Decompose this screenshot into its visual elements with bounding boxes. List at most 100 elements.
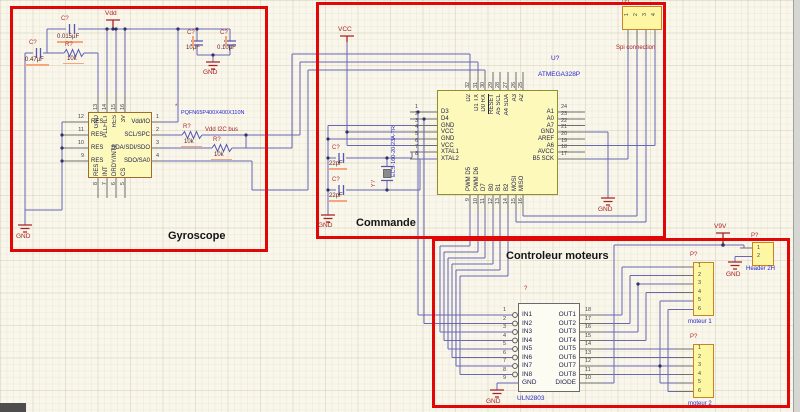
- pin-label: XTAL2: [441, 156, 459, 162]
- cap-value: 0.015µF: [57, 34, 79, 40]
- pin-label: OUT3: [540, 329, 576, 336]
- pin-label: B0: [489, 184, 495, 191]
- pin-number: 4: [698, 290, 701, 296]
- pin-label: IN7: [522, 363, 532, 370]
- pin-number: 4: [698, 372, 701, 378]
- pin-number: 10: [585, 376, 591, 382]
- pin-number: 1: [496, 308, 506, 314]
- pin-number: 2: [496, 317, 506, 323]
- cap-designator: C?: [29, 40, 37, 46]
- pin-number: 12: [585, 359, 591, 365]
- pin-label: RES: [94, 164, 100, 176]
- vcc-power-label: VCC: [338, 27, 352, 34]
- pin-label: XTAL1: [441, 149, 459, 155]
- pin-number: 12: [64, 115, 84, 121]
- atmega-name: ATMEGA328P: [538, 72, 580, 79]
- pin-label: GND: [504, 129, 554, 135]
- pin-number: 9: [64, 154, 84, 160]
- pin-label: OUT4: [540, 338, 576, 345]
- pin-number: 8: [496, 368, 506, 374]
- pin-label: OUT8: [540, 372, 576, 379]
- commande-title: Commande: [356, 218, 416, 229]
- highlight-bar: [225, 36, 227, 47]
- pin-label: A5 SCL: [496, 94, 502, 115]
- pin-label: A6: [504, 143, 554, 149]
- gnd-label: GND: [203, 70, 217, 77]
- vdd-power-label: Vdd: [105, 11, 117, 18]
- pin-label: VCC: [441, 143, 454, 149]
- cap-designator: C?: [61, 16, 69, 22]
- cap-value: 0.47µF: [25, 57, 44, 63]
- pin-label: D4: [441, 116, 449, 122]
- pin-number: 6: [112, 182, 118, 185]
- page-right-edge: [793, 0, 800, 412]
- crystal-footprint-label: ECS-160-20-23A-TR: [392, 126, 398, 177]
- resistor-designator: R?: [213, 137, 221, 143]
- pin-number: 27: [504, 82, 510, 88]
- pin-label: MISO: [519, 176, 525, 191]
- uln-designator: ?: [524, 286, 527, 292]
- pin-number: 5: [496, 342, 506, 348]
- pin-number: 24: [561, 105, 567, 111]
- moteur1-label: moteur 1: [688, 319, 712, 325]
- pin-number: 7: [415, 145, 418, 151]
- schematic-canvas: Gyroscope Commande Controleur moteurs Vd…: [0, 0, 800, 412]
- pin-number: 14: [504, 198, 510, 204]
- highlight-bar: [192, 36, 194, 47]
- pin-number: 5: [121, 182, 127, 185]
- pin-label: INT: [103, 166, 109, 176]
- pin-number: 6: [698, 307, 701, 313]
- pin-number: 16: [585, 325, 591, 331]
- pin-number: 14: [103, 104, 109, 110]
- gyro-footprint-label: PQFN65P400X400X110N: [181, 111, 245, 117]
- pin-number: 2: [415, 112, 418, 118]
- highlight-bar: [25, 64, 49, 66]
- moteur2-label: moteur 2: [688, 401, 712, 407]
- pin-number: 21: [561, 125, 567, 131]
- highlight-bar: [181, 146, 202, 148]
- pin-number: 15: [112, 104, 118, 110]
- footprint-star: *: [175, 104, 177, 110]
- cap-value: 22pF: [329, 193, 343, 199]
- pin-number: 13: [496, 198, 502, 204]
- pin-label: B5 SCK: [504, 156, 554, 162]
- pin-label: GND: [94, 115, 100, 128]
- gnd-label: GND: [486, 399, 500, 406]
- pin-number: 1: [415, 105, 418, 111]
- pin-number: 1: [698, 264, 701, 270]
- pin-label: A4 SDA: [504, 94, 510, 115]
- pin-label: A2: [519, 94, 525, 101]
- highlight-bar: [63, 63, 84, 65]
- pin-number: 5: [698, 298, 701, 304]
- pin-label: GND: [441, 136, 454, 142]
- moteurs-title: Controleur moteurs: [506, 251, 609, 262]
- pin-number: 3: [156, 141, 159, 147]
- pin-label: DIODE: [540, 380, 576, 387]
- highlight-bar: [211, 159, 232, 161]
- pin-label: PLLFILT: [103, 115, 109, 138]
- pin-number: 23: [561, 112, 567, 118]
- pin-label: IN3: [522, 329, 532, 336]
- resistor-value: 10k: [184, 139, 194, 145]
- pin-number: 9: [466, 198, 472, 201]
- pin-label: D7: [481, 183, 487, 191]
- pin-number: 8: [415, 152, 418, 158]
- pin-label-reset: RESET: [489, 94, 495, 114]
- pin-number: 3: [698, 281, 701, 287]
- pin-label: CS: [121, 168, 127, 176]
- pin-number: 2: [634, 13, 640, 16]
- pin-number: 4: [156, 154, 159, 160]
- pin-number: 8: [94, 182, 100, 185]
- pin-number: 20: [561, 132, 567, 138]
- pin-label: SCL/SPC: [102, 132, 150, 138]
- pin-label: SDO/SA0: [102, 158, 150, 164]
- resistor-value: 10k: [214, 152, 224, 158]
- pin-number: 5: [415, 132, 418, 138]
- gnd-label: GND: [318, 223, 332, 230]
- pin-number: 6: [496, 351, 506, 357]
- spi-connection-label: Spi connection: [616, 45, 655, 51]
- atmega-designator: U?: [551, 56, 559, 63]
- pin-number: 13: [585, 351, 591, 357]
- pin-number: 2: [698, 355, 701, 361]
- v9v-power-label: V9V: [714, 224, 726, 231]
